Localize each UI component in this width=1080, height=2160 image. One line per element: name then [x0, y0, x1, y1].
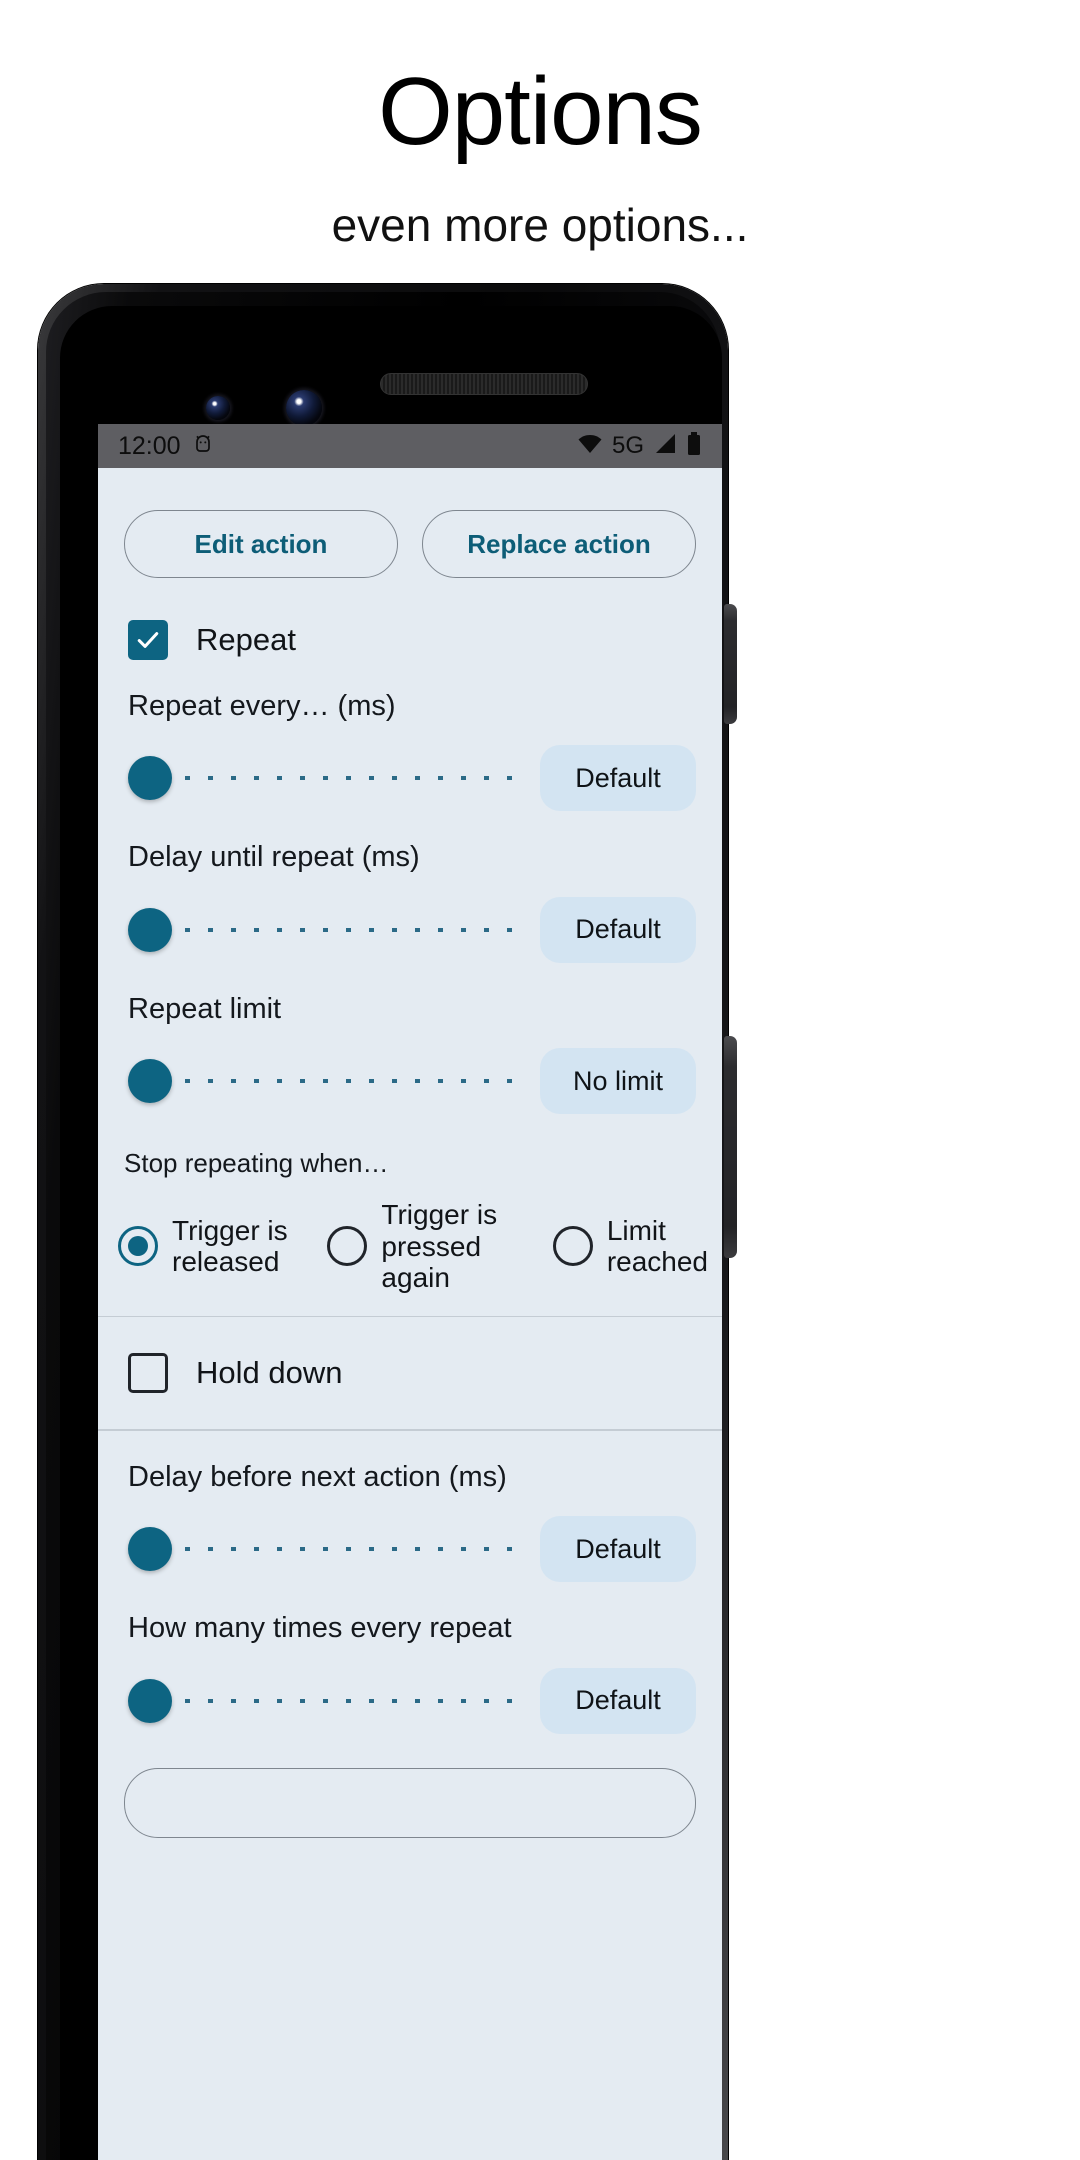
hold-down-checkbox-label: Hold down [196, 1355, 343, 1391]
power-button[interactable] [724, 604, 737, 724]
earpiece-speaker-icon [380, 373, 588, 395]
field-label: Repeat every… (ms) [128, 690, 396, 722]
android-head-icon [191, 432, 215, 461]
slider-row: No limit [128, 1048, 696, 1115]
signal-bars-icon [653, 433, 677, 460]
slider-thumb[interactable] [128, 1527, 172, 1572]
field-how-many-times-every-repeat: How many times every repeat Default [98, 1582, 722, 1734]
slider-track [162, 1698, 520, 1703]
slider-track [162, 776, 520, 781]
slider-row: Default [128, 896, 696, 963]
field-label: Repeat limit [128, 992, 282, 1025]
edit-action-button[interactable]: Edit action [124, 510, 398, 578]
radio-label: Trigger is released [172, 1214, 288, 1278]
field-label: Delay until repeat (ms) [128, 841, 420, 874]
field-delay-before-next-action: Delay before next action (ms) Default [98, 1431, 722, 1583]
page-title: Options [378, 58, 703, 165]
slider-row: Default [128, 1516, 696, 1583]
slider-thumb[interactable] [128, 1678, 172, 1723]
wifi-icon [577, 433, 603, 460]
delay-until-repeat-slider[interactable] [128, 907, 524, 953]
battery-full-icon [686, 431, 702, 461]
radio-label: Trigger is pressed again [381, 1199, 498, 1294]
how-many-times-value[interactable]: Default [540, 1667, 696, 1734]
page-subtitle: even more options... [331, 199, 749, 251]
field-repeat-limit: Repeat limit No limit [98, 963, 722, 1115]
slider-track [162, 1079, 520, 1084]
slider-thumb[interactable] [128, 907, 172, 952]
promo-header: Options even more options... [0, 0, 1080, 251]
stop-repeating-radio-group: Trigger is released Trigger is pressed a… [98, 1179, 722, 1294]
radio-button[interactable] [552, 1226, 593, 1267]
radio-option-limit-reached[interactable]: Limit reached [552, 1214, 708, 1278]
slider-thumb[interactable] [128, 1059, 172, 1104]
field-delay-until-repeat: Delay until repeat (ms) Default [98, 811, 722, 963]
phone-frame-inner: 12:00 5G Edit action Replace action Repe… [46, 292, 722, 2160]
repeat-limit-slider[interactable] [128, 1058, 524, 1104]
repeat-checkbox[interactable] [128, 620, 168, 660]
checkmark-icon [137, 632, 159, 648]
partially-visible-button[interactable] [124, 1767, 696, 1838]
repeat-limit-value[interactable]: No limit [540, 1048, 696, 1115]
radio-option-trigger-released[interactable]: Trigger is released [118, 1215, 327, 1278]
how-many-times-slider[interactable] [128, 1678, 524, 1724]
radio-label: Limit reached [606, 1214, 708, 1278]
repeat-checkbox-row[interactable]: Repeat [98, 578, 722, 660]
status-bar-right: 5G [577, 431, 702, 461]
screenshot-root: Options even more options... 12:00 5G Ed… [0, 0, 1080, 2160]
radio-button[interactable] [118, 1226, 158, 1267]
radio-button[interactable] [327, 1226, 368, 1267]
slider-row: Default [128, 745, 696, 812]
repeat-checkbox-label: Repeat [196, 622, 296, 657]
field-label: Delay before next action (ms) [128, 1460, 507, 1493]
delay-until-repeat-value[interactable]: Default [540, 896, 696, 963]
phone-frame: 12:00 5G Edit action Replace action Repe… [38, 284, 737, 2160]
delay-before-next-action-value[interactable]: Default [540, 1516, 696, 1583]
front-camera-primary-icon [286, 390, 322, 426]
replace-action-button[interactable]: Replace action [422, 510, 696, 578]
slider-track [162, 1547, 520, 1552]
slider-row: Default [128, 1667, 696, 1734]
options-content: Edit action Replace action Repeat Repeat… [98, 468, 722, 1838]
android-screen: 12:00 5G Edit action Replace action Repe… [98, 424, 722, 2160]
status-bar-left: 12:00 [118, 432, 215, 461]
action-button-row: Edit action Replace action [98, 468, 722, 578]
delay-before-next-action-slider[interactable] [128, 1526, 524, 1572]
front-camera-secondary-icon [206, 396, 230, 420]
phone-bezel: 12:00 5G Edit action Replace action Repe… [60, 306, 722, 2160]
status-bar: 12:00 5G [98, 424, 722, 468]
stop-repeating-heading: Stop repeating when… [124, 1148, 389, 1179]
volume-rocker-button[interactable] [724, 1036, 737, 1258]
network-type-label: 5G [611, 432, 644, 459]
repeat-every-slider[interactable] [128, 755, 524, 801]
repeat-every-value[interactable]: Default [540, 745, 696, 812]
hold-down-checkbox[interactable] [128, 1353, 168, 1394]
slider-thumb[interactable] [128, 756, 172, 801]
slider-track [162, 927, 520, 932]
hold-down-checkbox-row[interactable]: Hold down [98, 1317, 722, 1429]
status-bar-clock: 12:00 [118, 431, 181, 460]
field-label: How many times every repeat [128, 1612, 512, 1645]
field-repeat-every: Repeat every… (ms) Default [98, 660, 722, 812]
radio-option-trigger-pressed-again[interactable]: Trigger is pressed again [327, 1199, 552, 1294]
